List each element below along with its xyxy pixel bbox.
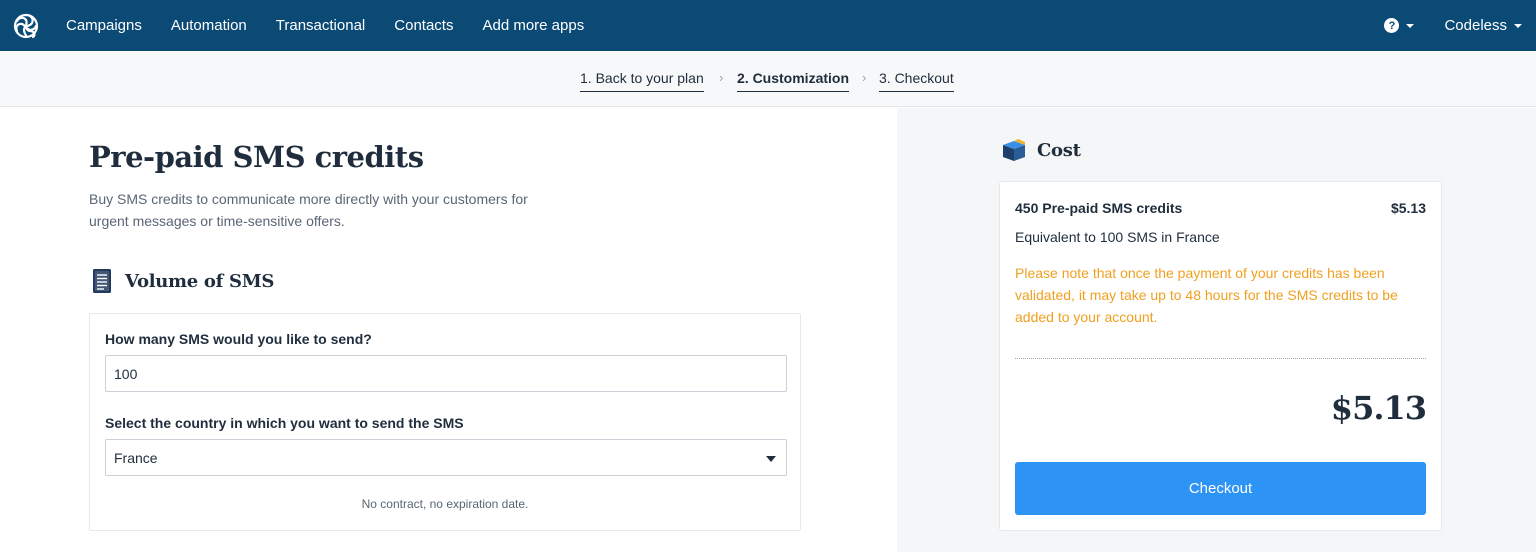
step-checkout[interactable]: 3. Checkout	[879, 70, 954, 92]
cost-section-title: Cost	[1037, 139, 1081, 161]
country-select[interactable]: France	[105, 439, 787, 476]
step-customization[interactable]: 2. Customization	[737, 70, 850, 92]
help-menu[interactable]: ?	[1384, 18, 1415, 33]
total-price: $5.13	[1330, 389, 1427, 427]
cost-section-header: Cost	[1001, 138, 1081, 162]
quantity-label: How many SMS would you like to send?	[105, 331, 372, 347]
volume-section-title: Volume of SMS	[125, 270, 275, 292]
question-circle-icon: ?	[1384, 18, 1400, 33]
volume-form: How many SMS would you like to send? Sel…	[89, 313, 801, 531]
divider	[1015, 358, 1426, 359]
nav-add-more-apps[interactable]: Add more apps	[482, 17, 584, 34]
account-menu[interactable]: Codeless	[1444, 17, 1522, 34]
page-title: Pre-paid SMS credits	[89, 140, 424, 174]
account-name: Codeless	[1444, 17, 1507, 34]
document-icon	[93, 269, 111, 293]
step-back-to-plan[interactable]: 1. Back to your plan	[580, 70, 704, 92]
page-description: Buy SMS credits to communicate more dire…	[89, 191, 528, 229]
chevron-right-icon: ›	[719, 70, 724, 85]
chevron-down-icon	[766, 456, 776, 462]
cost-summary: 450 Pre-paid SMS credits $5.13 Equivalen…	[999, 181, 1442, 531]
logo[interactable]	[0, 0, 51, 51]
contract-note: No contract, no expiration date.	[361, 497, 529, 511]
checkout-steps: 1. Back to your plan › 2. Customization …	[0, 51, 1536, 107]
box-icon	[1003, 139, 1025, 161]
country-label: Select the country in which you want to …	[105, 415, 464, 431]
cost-equivalent: Equivalent to 100 SMS in France	[1015, 229, 1220, 245]
chevron-down-icon	[1406, 23, 1415, 28]
nav-contacts[interactable]: Contacts	[394, 17, 453, 34]
nav-right: ? Codeless	[1384, 0, 1536, 51]
cost-item-label: 450 Pre-paid SMS credits	[1015, 200, 1183, 216]
cost-item-price: $5.13	[1390, 200, 1426, 216]
chevron-right-icon: ›	[862, 70, 867, 85]
top-navigation: Campaigns Automation Transactional Conta…	[0, 0, 1536, 51]
checkout-button[interactable]: Checkout	[1015, 462, 1426, 515]
payment-warning: Please note that once the payment of you…	[1015, 265, 1398, 325]
volume-section-header: Volume of SMS	[92, 268, 274, 294]
country-select-value: France	[114, 449, 158, 466]
sendinblue-logo-icon	[13, 13, 38, 38]
nav-campaigns[interactable]: Campaigns	[66, 17, 142, 34]
nav-transactional[interactable]: Transactional	[276, 17, 366, 34]
nav-automation[interactable]: Automation	[171, 17, 247, 34]
quantity-input[interactable]	[105, 355, 787, 392]
chevron-down-icon	[1514, 23, 1522, 28]
